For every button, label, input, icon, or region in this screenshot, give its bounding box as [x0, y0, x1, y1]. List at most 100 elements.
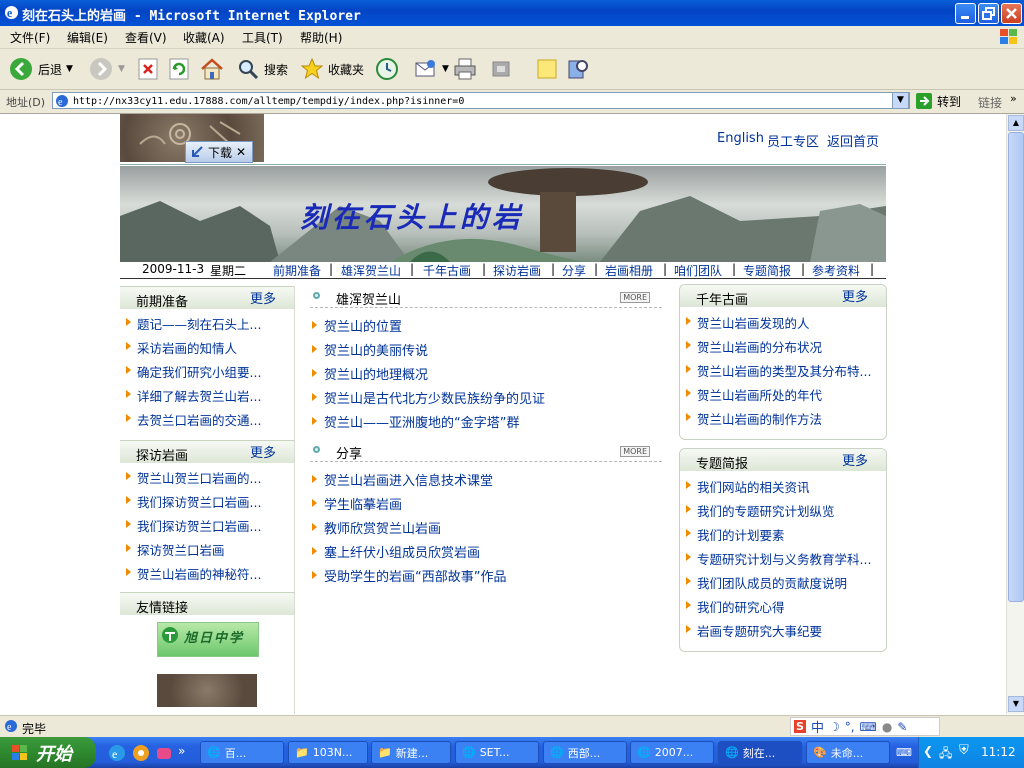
list-item[interactable]: 我们的专题研究计划纵览	[686, 501, 835, 520]
list-item[interactable]: 确定我们研究小组要...	[126, 362, 261, 381]
nav-prep[interactable]: 前期准备	[273, 262, 321, 279]
list-item[interactable]: 我们的计划要素	[686, 525, 785, 544]
keyboard-icon[interactable]: ⌨	[860, 720, 877, 734]
list-item[interactable]: 贺兰山的位置	[312, 316, 402, 335]
list-item[interactable]: 详细了解去贺兰山岩...	[126, 386, 261, 405]
menu-favorites[interactable]: 收藏(A)	[183, 29, 225, 46]
task-item[interactable]: 🌐 SET...	[455, 741, 539, 764]
keyboard-tray-icon[interactable]: ⌨	[896, 746, 912, 759]
go-button[interactable]: 转到	[915, 92, 961, 110]
wrench-icon[interactable]: ✎	[897, 720, 907, 734]
list-item[interactable]: 贺兰山岩画所处的年代	[686, 385, 822, 404]
user-icon[interactable]: ●	[882, 720, 892, 734]
nav-brief[interactable]: 专题简报	[743, 262, 791, 279]
links-label[interactable]: 链接	[978, 94, 1002, 111]
box-visit-more-link[interactable]: 更多	[250, 442, 276, 461]
list-item[interactable]: 贺兰山贺兰口岩画的...	[126, 468, 261, 487]
nav-visit[interactable]: 探访岩画	[493, 262, 541, 279]
minimize-button[interactable]	[955, 3, 976, 24]
close-button[interactable]	[1001, 3, 1022, 24]
search-button[interactable]: 搜索	[236, 53, 288, 85]
menu-file[interactable]: 文件(F)	[10, 29, 50, 46]
stop-button[interactable]	[137, 53, 159, 85]
list-item[interactable]: 我们网站的相关资讯	[686, 477, 810, 496]
mail-dropdown-icon[interactable]: ▼	[442, 64, 449, 74]
task-item[interactable]: 📁 新建...	[371, 741, 451, 764]
list-item[interactable]: 岩画专题研究大事纪要	[686, 621, 822, 640]
download-tag[interactable]: 下载 ✕	[185, 141, 253, 163]
close-tag-icon[interactable]: ✕	[236, 145, 246, 159]
menu-edit[interactable]: 编辑(E)	[67, 29, 108, 46]
home-link[interactable]: 返回首页	[827, 131, 879, 150]
quicklaunch-media-icon[interactable]	[132, 744, 150, 762]
ime-chinese-icon[interactable]: 中	[811, 717, 824, 736]
mid-share-more-button[interactable]: MORE	[620, 446, 650, 457]
menu-help[interactable]: 帮助(H)	[300, 29, 342, 46]
nav-share[interactable]: 分享	[562, 262, 586, 279]
list-item[interactable]: 贺兰山岩画的制作方法	[686, 409, 822, 428]
print-button[interactable]	[452, 53, 478, 85]
task-item[interactable]: 📁 103N...	[288, 741, 368, 764]
list-item[interactable]: 题记——刻在石头上...	[126, 314, 261, 333]
favorites-button[interactable]: 收藏夹	[300, 53, 364, 85]
list-item[interactable]: 教师欣赏贺兰山岩画	[312, 518, 441, 537]
shield-icon[interactable]: ⛨	[959, 743, 969, 758]
list-item[interactable]: 贺兰山岩画的类型及其分布特...	[686, 361, 871, 380]
moon-icon[interactable]: ☽	[829, 720, 840, 734]
menu-view[interactable]: 查看(V)	[125, 29, 167, 46]
task-item[interactable]: 🌐 西部...	[543, 741, 627, 764]
menu-tools[interactable]: 工具(T)	[242, 29, 283, 46]
history-button[interactable]	[374, 53, 400, 85]
list-item[interactable]: 采访岩画的知情人	[126, 338, 237, 357]
network-icon[interactable]: 🖧	[939, 744, 952, 765]
ime-toolbar[interactable]: S 中 ☽ °, ⌨ ● ✎	[790, 717, 940, 736]
address-dropdown-button[interactable]: ▼	[892, 92, 909, 109]
start-button[interactable]: 开始	[0, 737, 96, 768]
list-item[interactable]: 贺兰山岩画发现的人	[686, 313, 810, 332]
list-item[interactable]: 受助学生的岩画“西部故事”作品	[312, 566, 506, 585]
back-dropdown-icon[interactable]: ▼	[66, 64, 73, 74]
links-chevron-icon[interactable]: »	[1010, 92, 1017, 105]
list-item[interactable]: 贺兰山是古代北方少数民族纷争的见证	[312, 388, 545, 407]
task-item[interactable]: 🌐 百...	[200, 741, 284, 764]
vertical-scrollbar[interactable]: ▲ ▼	[1006, 114, 1024, 714]
quicklaunch-app-icon[interactable]	[155, 744, 173, 762]
box-brief-more-link[interactable]: 更多	[842, 450, 868, 469]
quicklaunch-ie-icon[interactable]: e	[108, 744, 126, 762]
nav-ancient[interactable]: 千年古画	[423, 262, 471, 279]
list-item[interactable]: 探访贺兰口岩画	[126, 540, 225, 559]
list-item[interactable]: 专题研究计划与义务教育学科...	[686, 549, 871, 568]
box-prep-more-link[interactable]: 更多	[250, 288, 276, 307]
scroll-up-button[interactable]: ▲	[1008, 115, 1024, 131]
task-item-active[interactable]: 🌐 刻在...	[718, 741, 802, 764]
nav-team[interactable]: 咱们团队	[674, 262, 722, 279]
scroll-thumb[interactable]	[1008, 132, 1024, 602]
nav-reference[interactable]: 参考资料	[812, 262, 860, 279]
forward-button[interactable]: ▼	[88, 53, 125, 85]
list-item[interactable]: 学生临摹岩画	[312, 494, 402, 513]
list-item[interactable]: 贺兰山的地理概况	[312, 364, 428, 383]
edit-button[interactable]	[490, 53, 512, 85]
mid-helan-more-button[interactable]: MORE	[620, 292, 650, 303]
research-button[interactable]	[566, 53, 590, 85]
nav-album[interactable]: 岩画相册	[605, 262, 653, 279]
list-item[interactable]: 贺兰山——亚洲腹地的“金字塔”群	[312, 412, 519, 431]
sogou-ime-icon[interactable]: S	[794, 720, 806, 733]
quicklaunch-expand-icon[interactable]: »	[178, 744, 185, 758]
list-item[interactable]: 贺兰山岩画的分布状况	[686, 337, 822, 356]
back-button[interactable]: 后退 ▼	[8, 53, 73, 85]
list-item[interactable]: 我们的研究心得	[686, 597, 785, 616]
list-item[interactable]: 我们探访贺兰口岩画...	[126, 492, 261, 511]
forward-dropdown-icon[interactable]: ▼	[118, 64, 125, 74]
task-item[interactable]: 🎨 未命...	[806, 741, 890, 764]
nav-helan[interactable]: 雄浑贺兰山	[341, 262, 401, 279]
list-item[interactable]: 我们团队成员的贡献度说明	[686, 573, 847, 592]
rock-art-link-image[interactable]	[157, 674, 257, 707]
list-item[interactable]: 去贺兰口岩画的交通...	[126, 410, 261, 429]
discuss-button[interactable]	[535, 53, 559, 85]
list-item[interactable]: 贺兰山岩画的神秘符...	[126, 564, 261, 583]
xuri-school-logo[interactable]: 旭日中学	[157, 622, 259, 657]
tray-expand-icon[interactable]: ❮	[923, 744, 933, 758]
refresh-button[interactable]	[168, 53, 190, 85]
list-item[interactable]: 贺兰山岩画进入信息技术课堂	[312, 470, 493, 489]
